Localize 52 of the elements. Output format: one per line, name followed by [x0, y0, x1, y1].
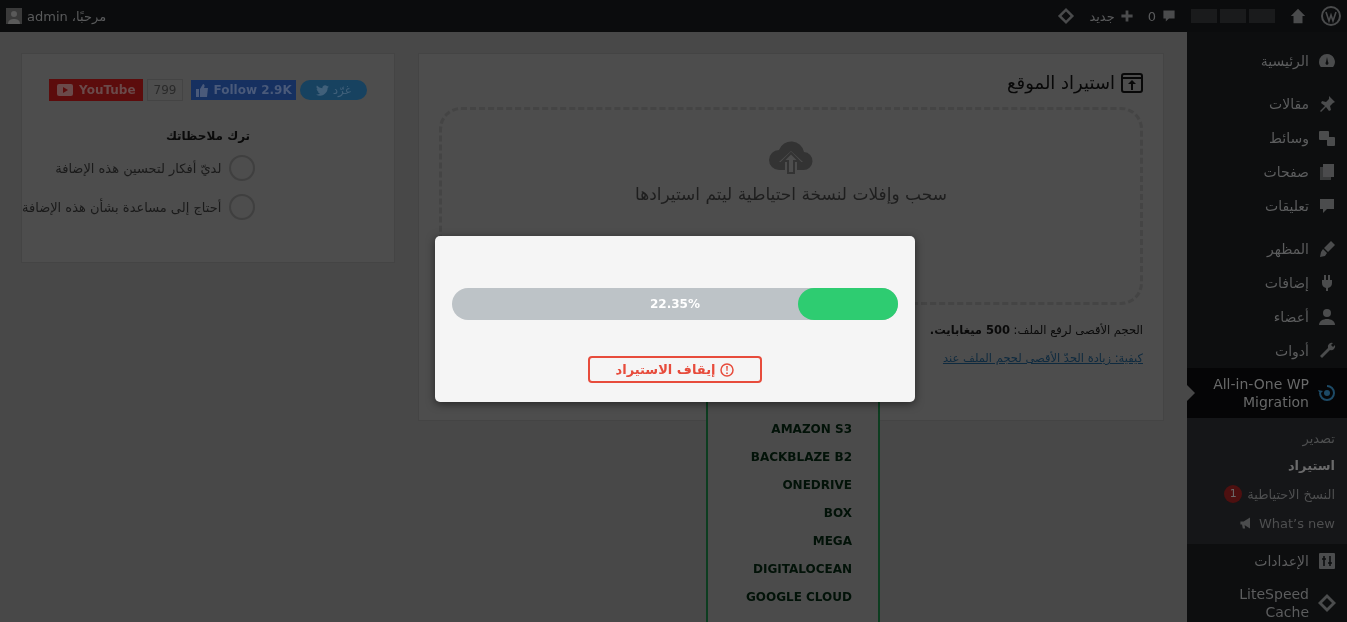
upload-window-icon	[1121, 72, 1143, 93]
sliders-icon	[1317, 551, 1337, 571]
exclamation-circle-icon	[720, 362, 735, 377]
storage-option[interactable]: ONEDRIVE	[782, 476, 852, 494]
feedback-heading: ترك ملاحظاتك	[165, 129, 251, 143]
sidebar-item[interactable]: أعضاء	[1187, 300, 1347, 334]
storage-option[interactable]: BACKBLAZE B2	[750, 448, 852, 466]
sidebar-item[interactable]: All-in-One WP Migration	[1187, 368, 1347, 418]
stop-import-button[interactable]: إيقاف الاستيراد	[587, 356, 763, 383]
sidebar-item[interactable]: تعليقات	[1187, 189, 1347, 223]
plus-icon	[1119, 9, 1134, 23]
sidebar-item[interactable]: أدوات	[1187, 334, 1347, 368]
speech-bubble-icon	[1317, 196, 1337, 216]
home-icon	[1289, 7, 1307, 25]
sidebar-item[interactable]: وسائط	[1187, 121, 1347, 155]
cloud-upload-icon	[767, 138, 815, 174]
sidebar-item[interactable]: الإعدادات	[1187, 544, 1347, 578]
sidebar-item[interactable]: صفحات	[1187, 155, 1347, 189]
help-link[interactable]: كيفية: زيادة الحدّ الأقصى لحجم الملف عند	[943, 351, 1143, 365]
play-icon	[57, 84, 74, 96]
youtube-button[interactable]: YouTube	[49, 79, 143, 101]
new-link[interactable]: جديد	[1089, 8, 1115, 24]
sidebar-item[interactable]: الرئيسية	[1187, 44, 1347, 78]
pages-icon	[1317, 162, 1337, 182]
storage-option[interactable]: DIGITALOCEAN	[752, 560, 852, 578]
speech-bubble-icon	[1161, 8, 1177, 24]
diamond-icon	[1317, 593, 1337, 613]
circular-arrow-icon	[1317, 383, 1337, 403]
submenu-item[interactable]: استيراد	[1187, 452, 1347, 479]
submenu-item[interactable]: What’s new	[1187, 509, 1347, 537]
diamond-icon	[1057, 7, 1076, 25]
sidebar-item[interactable]: مقالات	[1187, 87, 1347, 121]
bird-icon	[315, 84, 329, 96]
paintbrush-icon	[1317, 239, 1337, 259]
sidebar-item[interactable]: إضافات	[1187, 266, 1347, 300]
max-upload-size: الحجم الأقصى لرفع الملف: 500 ميغابايت.	[928, 323, 1143, 337]
greeting-link[interactable]: مرحبًا، admin	[27, 8, 107, 24]
sidebar-item[interactable]: المظهر	[1187, 232, 1347, 266]
sidebar-item[interactable]: LiteSpeed Cache	[1187, 578, 1347, 622]
wordpress-logo-icon	[1321, 6, 1341, 26]
count-badge: 1	[1224, 485, 1243, 503]
user-icon	[1317, 307, 1337, 327]
storage-option[interactable]: BOX	[823, 504, 852, 522]
storage-option[interactable]: GOOGLE CLOUD	[745, 588, 852, 606]
media-icon	[1317, 128, 1337, 148]
storage-option[interactable]: AMAZON S3	[771, 420, 852, 438]
panel-title: استيراد الموقع	[1007, 72, 1115, 93]
avatar-icon	[6, 8, 22, 24]
thumbs-up-icon	[195, 83, 210, 97]
submenu-item[interactable]: تصدير	[1187, 425, 1347, 452]
comment-count[interactable]: 0	[1147, 8, 1156, 24]
storage-option[interactable]: MEGA	[812, 532, 852, 550]
